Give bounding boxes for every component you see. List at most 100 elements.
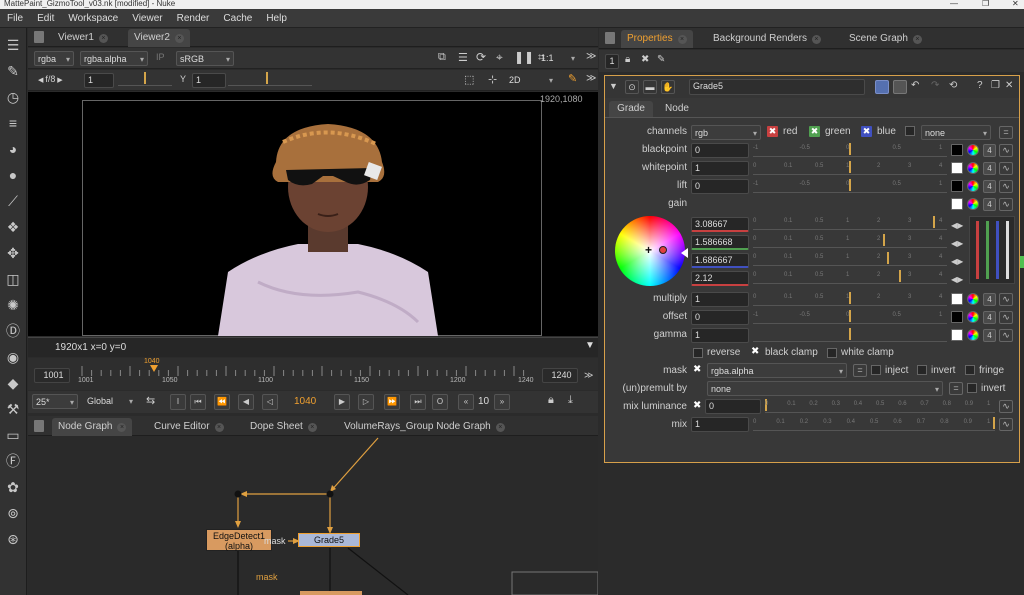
lift-field[interactable]: 0	[691, 179, 749, 194]
node-color-icon[interactable]: ▬	[643, 80, 657, 94]
viewer-canvas[interactable]: 1920,1080	[28, 92, 598, 336]
offset-slider[interactable]: -1 -0.5 0 0.5 1	[753, 310, 947, 324]
close-tab-icon[interactable]: ×	[912, 35, 922, 44]
prev-frame-icon[interactable]: ◁	[262, 394, 278, 410]
blue-channel-checkbox[interactable]: ✖	[861, 126, 872, 137]
channel-count-button[interactable]: 4	[983, 293, 996, 306]
cara-icon[interactable]: ✿	[4, 478, 22, 496]
blackpoint-slider[interactable]: -1 -0.5 0 0.5 1	[753, 143, 947, 157]
tab-viewer1[interactable]: Viewer1 ×	[52, 29, 114, 47]
3d-icon[interactable]: ◫	[4, 270, 22, 288]
white-clamp-checkbox[interactable]	[827, 348, 837, 358]
gain-g-field[interactable]: 1.586668	[691, 235, 749, 250]
alpha-channel-checkbox[interactable]	[905, 126, 915, 136]
gain-a-field[interactable]: 2.12	[691, 271, 749, 286]
gain-field[interactable]: 1	[84, 73, 114, 88]
whitepoint-slider[interactable]: 0 0.1 0.5 1 2 3 4	[753, 161, 947, 175]
step-field[interactable]: 10	[478, 396, 489, 407]
channel-count-button[interactable]: 4	[983, 180, 996, 193]
more-options-icon[interactable]: ≫	[586, 51, 596, 62]
edit-icon[interactable]: ✎	[657, 54, 665, 65]
mask-enable-checkbox[interactable]: ✖	[693, 364, 701, 375]
green-channel-checkbox[interactable]: ✖	[809, 126, 820, 137]
channel-count-button[interactable]: 4	[983, 329, 996, 342]
particles-icon[interactable]: ✺	[4, 296, 22, 314]
unpremult-options-icon[interactable]: =	[949, 382, 963, 395]
undo-icon[interactable]: ↶	[911, 80, 919, 91]
close-icon[interactable]: ✕	[1012, 0, 1019, 8]
fps-dropdown[interactable]: 25*	[32, 394, 78, 410]
revert-icon[interactable]: ⟲	[949, 80, 957, 91]
channel-count-button[interactable]: 4	[983, 311, 996, 324]
play-backward-icon[interactable]: ◀	[238, 394, 254, 410]
blackpoint-color-swatch[interactable]	[951, 144, 963, 156]
float-panel-icon[interactable]: ❐	[991, 80, 1000, 91]
scrollbar-marker[interactable]	[1020, 256, 1024, 268]
refresh-icon[interactable]: ⟳	[476, 50, 486, 64]
animation-curve-icon[interactable]: ∿	[999, 418, 1013, 431]
animation-curve-icon[interactable]: ∿	[999, 162, 1013, 175]
multiply-slider[interactable]: 0 0.1 0.5 1 2 3 4	[753, 292, 947, 306]
black-clamp-checkbox[interactable]: ✖	[751, 346, 759, 357]
ocio-icon[interactable]: ⊛	[4, 530, 22, 548]
max-panels-field[interactable]: 1	[605, 54, 619, 69]
other-icon[interactable]: ▭	[4, 426, 22, 444]
gamma-slider[interactable]	[753, 328, 947, 342]
gamma-field[interactable]: 1	[691, 328, 749, 343]
next-frame-icon[interactable]: ▷	[358, 394, 374, 410]
close-tab-icon[interactable]: ×	[677, 35, 687, 44]
gain-b-slider[interactable]: 0 0.1 0.5 1 2 3 4	[753, 252, 947, 266]
channel-count-button[interactable]: 4	[983, 198, 996, 211]
keyer-icon[interactable]: ⟋	[4, 192, 22, 210]
close-tab-icon[interactable]: ×	[98, 34, 108, 43]
gain-split-arrows[interactable]: ◀▶ ◀▶ ◀▶ ◀▶	[951, 217, 963, 284]
first-frame-icon[interactable]: ⏮	[190, 394, 206, 410]
alpha-channel-dropdown[interactable]: rgba.alpha	[80, 51, 148, 67]
whitepoint-field[interactable]: 1	[691, 161, 749, 176]
expand-icon[interactable]: ▼	[585, 340, 595, 351]
minimize-icon[interactable]: —	[950, 0, 958, 8]
furnace-icon[interactable]: Ⓕ	[4, 452, 22, 470]
node-edgedetect[interactable]: EdgeDetect1 (alpha)	[206, 529, 272, 551]
timeline[interactable]: 1001 1001 1050 1100 1150 1200 1240 1040 …	[28, 358, 598, 390]
gain-a-slider[interactable]: 0 0.1 0.5 1 2 3 4	[753, 270, 947, 284]
close-tab-icon[interactable]: ×	[214, 423, 224, 432]
color-wheel-icon[interactable]	[967, 162, 979, 174]
menu-edit[interactable]: Edit	[30, 9, 61, 28]
animation-curve-icon[interactable]: ∿	[999, 180, 1013, 193]
channel-count-button[interactable]: 4	[983, 144, 996, 157]
merge-icon[interactable]: ❖	[4, 218, 22, 236]
deep-icon[interactable]: Ⓓ	[4, 322, 22, 340]
paint-brush-icon[interactable]: ✎	[568, 72, 577, 85]
mix-field[interactable]: 1	[691, 417, 749, 432]
invert-mask-checkbox[interactable]	[917, 365, 927, 375]
unpremult-select[interactable]: none	[707, 381, 943, 397]
guides-icon[interactable]: ☰	[458, 51, 468, 64]
out-point-icon[interactable]: O	[432, 394, 448, 410]
mix-luminance-checkbox[interactable]: ✖	[693, 400, 701, 411]
multiply-field[interactable]: 1	[691, 292, 749, 307]
viewer-toggle-icon[interactable]: ⊙	[625, 80, 639, 94]
prev-keyframe-icon[interactable]: ⏪	[214, 394, 230, 410]
color-wheel-icon[interactable]	[967, 293, 979, 305]
animation-curve-icon[interactable]: ∿	[999, 198, 1013, 211]
color-wheel-icon[interactable]	[967, 180, 979, 192]
gain-b-field[interactable]: 1.686667	[691, 253, 749, 268]
offset-color-swatch[interactable]	[951, 311, 963, 323]
next-keyframe-icon[interactable]: ⏩	[384, 394, 400, 410]
more-options-icon[interactable]: ≫	[586, 73, 596, 84]
gain-color-swatch[interactable]	[951, 198, 963, 210]
animation-curve-icon[interactable]: ∿	[999, 144, 1013, 157]
pane-menu-icon[interactable]	[34, 420, 44, 432]
lift-slider[interactable]: -1 -0.5 0 0.5 1	[753, 179, 947, 193]
lock-icon[interactable]: 🔒︎	[548, 394, 554, 407]
step-back-icon[interactable]: «	[458, 394, 474, 410]
filter-icon[interactable]: ●	[4, 166, 22, 184]
view-mode-dropdown[interactable]: 2D	[506, 73, 556, 88]
gamma-color-swatch[interactable]	[951, 329, 963, 341]
mix-luminance-field[interactable]: 0	[705, 399, 761, 414]
color-wheel-icon[interactable]	[967, 198, 979, 210]
tab-node-graph[interactable]: Node Graph ×	[52, 418, 133, 436]
channels-dropdown[interactable]: rgba	[34, 51, 74, 67]
invert-unpremult-checkbox[interactable]	[967, 383, 977, 393]
